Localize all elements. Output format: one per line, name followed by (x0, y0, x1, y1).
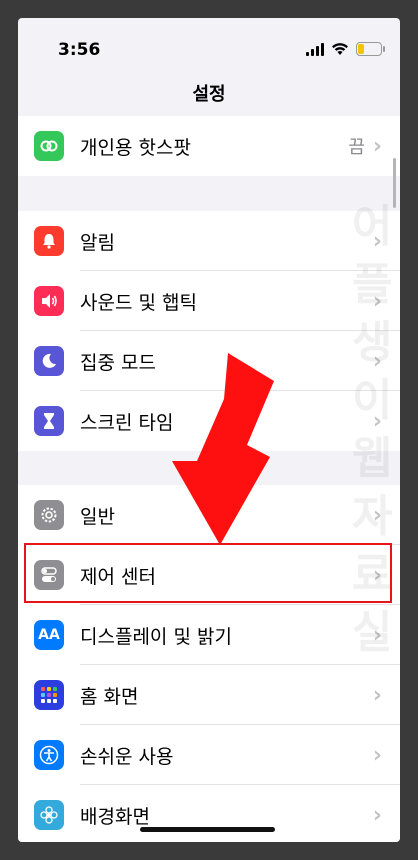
speaker-icon (34, 286, 64, 316)
arrow-down-right-icon (172, 353, 274, 545)
bell-icon (34, 226, 64, 256)
status-icons (306, 42, 385, 56)
home-indicator[interactable] (140, 827, 275, 832)
chevron-right-icon: › (372, 682, 382, 708)
settings-row-label: 배경화면 (80, 805, 150, 828)
status-bar: 3:56 (18, 18, 400, 78)
gear-icon (34, 500, 64, 530)
settings-row-sounds[interactable]: 사운드 및 햅틱 › (18, 271, 400, 331)
scrollbar[interactable] (393, 158, 396, 208)
aa-icon: AA (34, 620, 64, 650)
toggles-icon (34, 560, 64, 590)
settings-row-label: 알림 (80, 231, 115, 254)
page-title: 설정 (192, 84, 226, 105)
status-time: 3:56 (58, 40, 101, 60)
settings-row-label: 홈 화면 (80, 685, 139, 708)
settings-row-wallpaper[interactable]: 배경화면 › (18, 785, 400, 842)
settings-row-hotspot[interactable]: 개인용 핫스팟 끔 › (18, 116, 400, 176)
settings-row-label: 개인용 핫스팟 (80, 136, 191, 159)
hotspot-icon (34, 131, 64, 161)
hotspot-status: 끔 (348, 137, 365, 158)
chevron-right-icon: › (372, 742, 382, 768)
settings-row-accessibility[interactable]: 손쉬운 사용 › (18, 725, 400, 785)
wifi-icon (332, 43, 348, 55)
settings-row-display[interactable]: AA 디스플레이 및 밝기 › (18, 605, 400, 665)
settings-row-label: 손쉬운 사용 (80, 745, 174, 768)
accessibility-icon (34, 740, 64, 770)
moon-icon (34, 346, 64, 376)
hourglass-icon (34, 406, 64, 436)
chevron-right-icon: › (372, 133, 382, 159)
group-connectivity: 개인용 핫스팟 끔 › (18, 116, 400, 176)
settings-row-label: 제어 센터 (80, 565, 156, 588)
settings-row-label: 사운드 및 햅틱 (80, 291, 197, 314)
settings-row-control-center[interactable]: 제어 센터 › (18, 545, 400, 605)
chevron-right-icon: › (372, 802, 382, 828)
watermark: 어플생이웹자료실 (352, 201, 393, 658)
grid-icon (34, 680, 64, 710)
cellular-signal-icon (306, 42, 324, 56)
settings-row-label: 디스플레이 및 밝기 (80, 625, 232, 648)
battery-icon (356, 42, 385, 56)
flower-icon (34, 800, 64, 830)
settings-row-notifications[interactable]: 알림 › (18, 211, 400, 271)
settings-row-home-screen[interactable]: 홈 화면 › (18, 665, 400, 725)
phone-screen: 3:56 설정 개인용 핫스팟 끔 › 알림 › 사운드 및 햅틱 › 집중 모… (18, 18, 400, 842)
